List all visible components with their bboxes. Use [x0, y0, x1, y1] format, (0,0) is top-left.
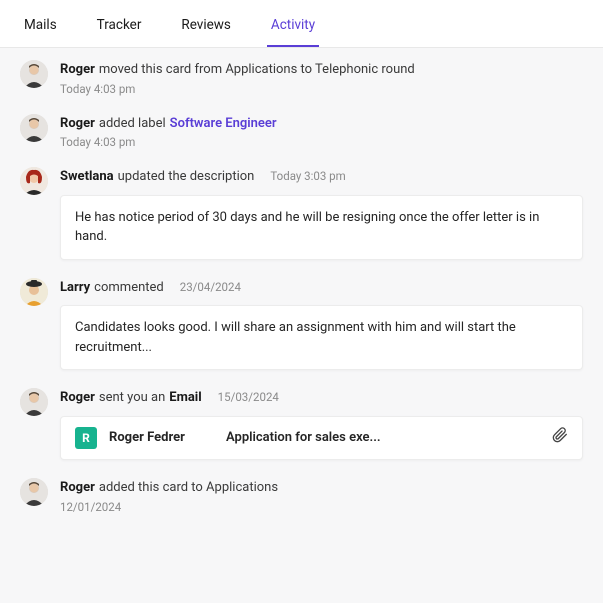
email-card[interactable]: R Roger Fedrer Application for sales exe… [60, 416, 583, 461]
avatar [20, 388, 48, 416]
comment-card: Candidates looks good. I will share an a… [60, 305, 583, 370]
tab-mails[interactable]: Mails [20, 3, 61, 47]
description-card: He has notice period of 30 days and he w… [60, 195, 583, 260]
action-text: updated the description [118, 167, 255, 187]
avatar [20, 114, 48, 142]
actor-name: Roger [60, 114, 95, 134]
activity-item: Larry commented 23/04/2024 Candidates lo… [20, 278, 583, 371]
action-text: sent you an [99, 388, 165, 408]
avatar [20, 278, 48, 306]
timestamp: 23/04/2024 [180, 279, 241, 296]
timestamp: Today 4:03 pm [60, 135, 583, 149]
tab-reviews[interactable]: Reviews [177, 3, 235, 47]
email-sender-initial: R [75, 427, 97, 449]
email-sender-name: Roger Fedrer [109, 428, 214, 448]
action-text: added this card to Applications [99, 478, 278, 498]
actor-name: Roger [60, 60, 95, 80]
timestamp: 12/01/2024 [60, 500, 583, 514]
actor-name: Swetlana [60, 167, 114, 187]
tab-bar: Mails Tracker Reviews Activity [0, 0, 603, 48]
tab-tracker[interactable]: Tracker [93, 3, 146, 47]
actor-name: Roger [60, 388, 95, 408]
timestamp: Today 4:03 pm [60, 82, 583, 96]
actor-name: Larry [60, 278, 90, 298]
action-text: commented [94, 278, 164, 298]
activity-item: Roger added this card to Applications 12… [20, 478, 583, 514]
action-bold: Email [169, 388, 201, 408]
activity-item: Roger moved this card from Applications … [20, 60, 583, 96]
avatar [20, 60, 48, 88]
tab-activity[interactable]: Activity [267, 3, 319, 47]
activity-item: Roger added label Software Engineer Toda… [20, 114, 583, 150]
timestamp: Today 3:03 pm [270, 168, 345, 185]
actor-name: Roger [60, 478, 95, 498]
avatar [20, 478, 48, 506]
label-link[interactable]: Software Engineer [170, 114, 277, 134]
timestamp: 15/03/2024 [218, 389, 279, 406]
activity-item: Swetlana updated the description Today 3… [20, 167, 583, 260]
action-text: added label [99, 114, 166, 134]
activity-item: Roger sent you an Email 15/03/2024 R Rog… [20, 388, 583, 460]
action-text: moved this card from Applications to Tel… [99, 60, 415, 80]
email-subject: Application for sales exe... [226, 428, 540, 448]
activity-feed: Roger moved this card from Applications … [0, 48, 603, 514]
avatar [20, 167, 48, 195]
attachment-icon [552, 427, 568, 450]
